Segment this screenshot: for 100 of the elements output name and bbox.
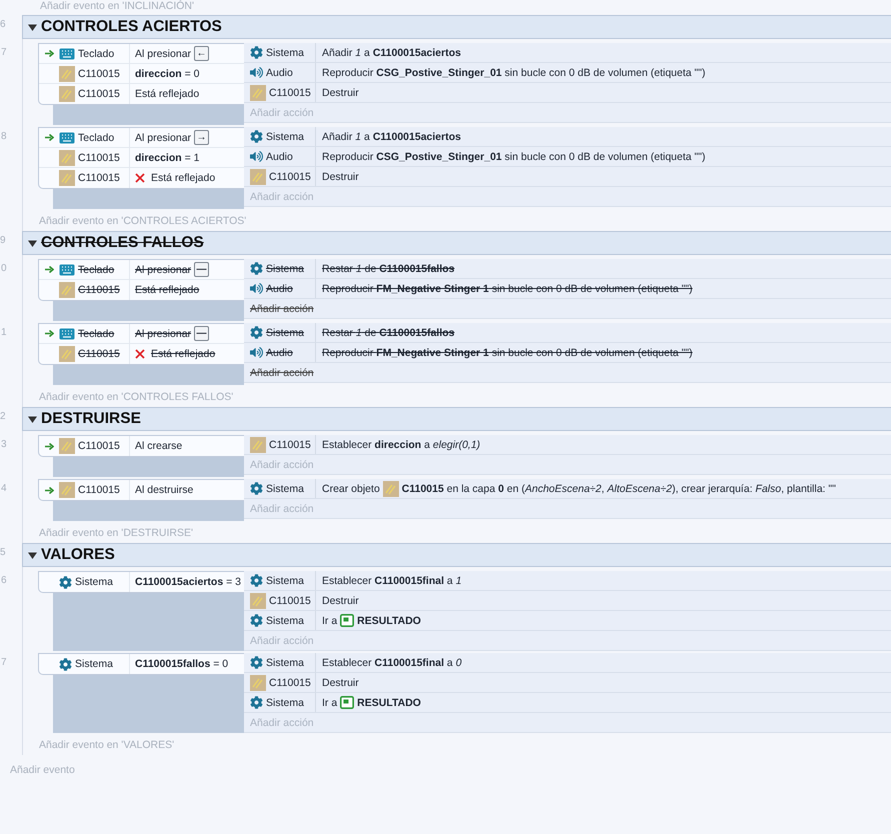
trigger-arrow-icon [44,266,54,273]
action-text: Ir a [322,696,338,708]
action-text: Reproducir FM_Negative Stinger 1 sin bucle con 0 dB de volumen (etiqueta "") [322,346,692,358]
group-title: CONTROLES ACIERTOS [41,18,222,36]
action-row[interactable]: Sistema Ir a RESULTADO [244,611,891,631]
gear-icon [250,482,263,495]
layout-icon [340,614,354,627]
sprite-icon [59,438,75,454]
object-name: C110015 [78,440,120,452]
action-row[interactable]: Audio Reproducir CSG_Postive_Stinger_01 sin bucle con 0 dB de volumen (etiqueta "") [244,63,891,83]
action-row[interactable]: Sistema Añadir 1 a C1100015aciertos [244,127,891,147]
gear-icon [250,696,263,709]
speaker-icon [250,150,263,163]
condition-text: Está reflejado [135,88,200,100]
condition-text: Está reflejado [135,284,200,296]
expand-triangle-icon[interactable] [28,22,37,32]
action-text: RESULTADO [357,614,421,626]
action-text: Restar 1 de C1100015fallos [322,262,455,274]
sprite-icon [59,346,75,362]
action-row[interactable]: C110015 Destruir [244,591,891,611]
expand-triangle-icon[interactable] [28,550,37,560]
condition-block[interactable]: C110015 Al crearse [38,435,244,457]
object-name: Audio [266,150,293,162]
line-number: 1 [1,326,8,340]
invert-x-icon [135,173,145,183]
action-text: Ir a [322,614,338,626]
gear-icon [59,658,72,670]
line-number: 9 [0,234,7,248]
line-number: 2 [0,410,7,424]
group-title: VALORES [41,546,115,564]
action-text: Establecer direccion a elegir(0,1) [322,438,480,450]
object-name: Teclado [78,264,114,276]
trigger-arrow-icon [44,330,54,337]
object-name: C110015 [269,438,311,450]
action-row[interactable]: Sistema Ir a RESULTADO [244,693,891,713]
gear-icon [250,574,263,587]
condition-block[interactable]: Sistema C1100015aciertos = 3 [38,571,244,593]
line-number: 4 [1,482,8,496]
invert-x-icon [135,349,145,359]
object-name: Audio [266,346,293,358]
object-name: C110015 [78,348,120,360]
keyboard-icon [59,264,75,276]
object-name: Sistema [266,262,304,274]
key-cap: — [194,326,210,341]
action-text: C110015 en la capa 0 en (AnchoEscena÷2, AltoEscena÷2), crear jerarquía: Falso, plantilla: "" [402,482,836,494]
sprite-icon [59,170,75,186]
sprite-icon [250,674,266,690]
keyboard-icon [59,132,75,144]
action-text: Destruir [322,170,359,182]
action-row[interactable]: Sistema Crear objeto C110015 en la capa 0 en (AnchoEscena÷2, AltoEscena÷2), crear jerarquía: Falso, plantilla: "" [244,479,891,499]
group-header[interactable]: CONTROLES ACIERTOS [22,15,891,39]
condition-text: Está reflejado [151,172,216,184]
object-name: C110015 [78,484,120,496]
trigger-arrow-icon [44,134,54,141]
expand-triangle-icon[interactable] [28,414,37,424]
line-number: 7 [1,656,8,670]
action-row[interactable]: C110015 Destruir [244,83,891,103]
gear-icon [250,130,263,143]
key-cap: ← [194,46,210,61]
condition-block[interactable]: Teclado Al presionar ← C110015 direccion = 0 C110015 Está reflejado [38,43,244,105]
condition-text: Al presionar [135,264,192,276]
condition-text: Al presionar [135,132,192,144]
group-header[interactable]: VALORES [22,543,891,567]
action-row[interactable]: Sistema Establecer C1100015final a 1 [244,571,891,591]
action-row[interactable]: C110015 Establecer direccion a elegir(0,1) [244,435,891,455]
object-name: Sistema [266,326,304,338]
object-name: Teclado [78,132,114,144]
condition-text: Al presionar [135,48,192,60]
object-name: Sistema [266,46,304,58]
condition-text: Al presionar [135,328,192,340]
condition-block[interactable]: C110015 Al destruirse [38,479,244,501]
keyboard-icon [59,48,75,60]
object-name: Sistema [266,696,304,708]
sprite-icon [59,282,75,298]
speaker-icon [250,346,263,359]
action-row[interactable]: Sistema Añadir 1 a C1100015aciertos [244,43,891,63]
keyboard-icon [59,328,75,340]
condition-text: Al crearse [135,440,182,452]
line-number: 7 [1,46,8,60]
condition-text: C1100015fallos = 0 [135,658,228,670]
action-text: Destruir [322,594,359,606]
condition-block[interactable]: Teclado Al presionar → C110015 direccion = 1 C110015 Está reflejado [38,127,244,189]
action-row[interactable]: C110015 Destruir [244,673,891,693]
gear-icon [250,326,263,339]
action-text: Establecer C1100015final a 0 [322,656,462,668]
action-row[interactable]: C110015 Destruir [244,167,891,187]
action-text: Destruir [322,86,359,98]
layout-icon [340,696,354,709]
line-number: 0 [1,262,8,276]
action-text: Restar 1 de C1100015fallos [322,326,455,338]
condition-block[interactable]: Sistema C1100015fallos = 0 [38,653,244,675]
object-name: Audio [266,66,293,78]
speaker-icon [250,282,263,295]
action-row[interactable]: Audio Reproducir CSG_Postive_Stinger_01 sin bucle con 0 dB de volumen (etiqueta "") [244,147,891,167]
sprite-icon [59,482,75,498]
action-row[interactable]: Sistema Establecer C1100015final a 0 [244,653,891,673]
object-name: C110015 [78,88,120,100]
action-text: RESULTADO [357,696,421,708]
condition-text: Al destruirse [135,484,194,496]
group-header[interactable]: DESTRUIRSE [22,407,891,431]
